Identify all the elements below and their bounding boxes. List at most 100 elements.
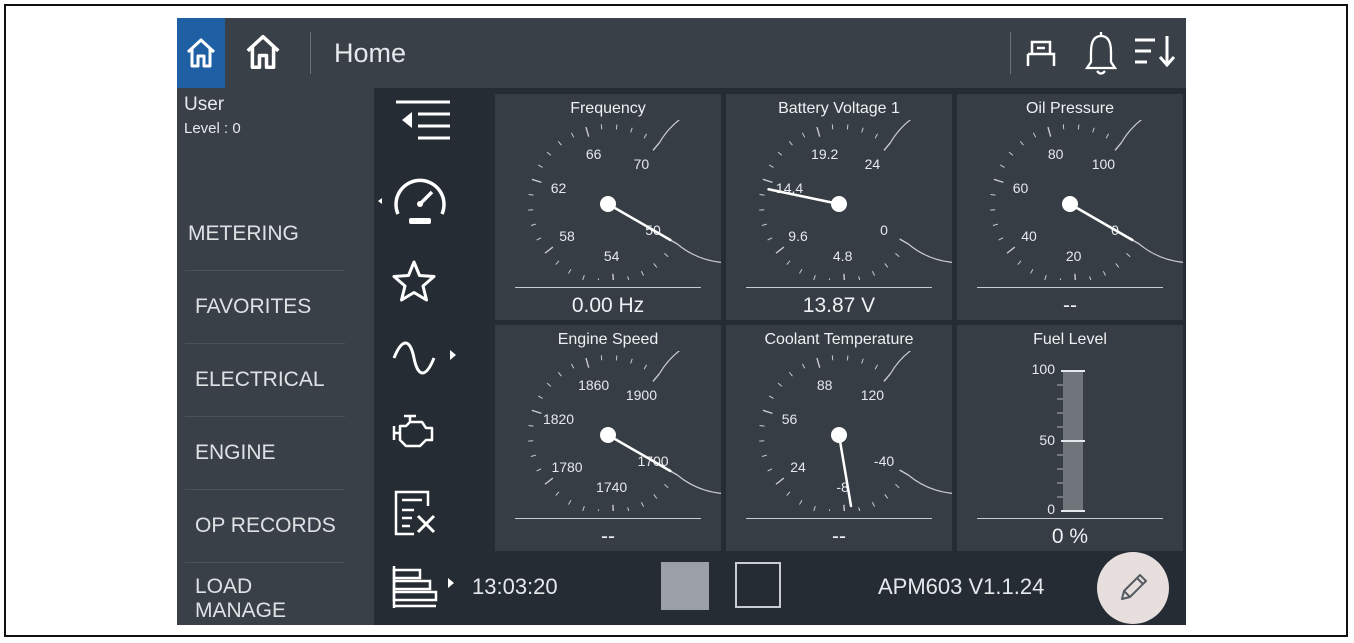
edit-button[interactable]	[1097, 552, 1169, 624]
gauge-title: Fuel Level	[1033, 331, 1107, 348]
bell-icon	[1084, 32, 1118, 75]
op-records-shortcut[interactable]	[392, 488, 440, 543]
dial-gauge: 04.89.614.419.224	[759, 120, 952, 280]
minor-tick	[759, 425, 765, 427]
minor-tick	[653, 263, 658, 268]
speedometer-icon	[378, 178, 446, 224]
minor-tick	[555, 260, 560, 265]
metering-shortcut[interactable]	[376, 172, 452, 233]
home-button-active[interactable]	[177, 18, 225, 88]
gauge-hub	[1062, 196, 1078, 212]
minor-tick	[998, 237, 1004, 241]
records-tools-icon	[394, 490, 436, 536]
minor-tick	[871, 270, 876, 276]
minor-tick	[528, 425, 534, 427]
gauge-tick-label: 19.2	[811, 146, 838, 162]
status-indicator-filled[interactable]	[661, 562, 709, 610]
divider	[977, 287, 1163, 288]
engine-speed-gauge-tile[interactable]: Engine Speed 170017401780182018601900 --	[495, 325, 721, 551]
menu-item-metering[interactable]: METERING	[177, 198, 347, 270]
divider	[1010, 32, 1011, 74]
gauge-arc	[658, 120, 721, 263]
minor-tick	[874, 133, 878, 139]
minor-tick	[768, 164, 774, 168]
minor-tick	[643, 133, 647, 139]
menu-item-label: ELECTRICAL	[195, 368, 325, 391]
sidebar: User Level : 0 METERING FAVORITES ELECTR…	[177, 88, 374, 625]
menu-item-favorites[interactable]: FAVORITES	[177, 271, 347, 343]
minor-tick	[786, 491, 791, 496]
minor-tick	[858, 507, 861, 511]
keyboard-button[interactable]	[1025, 30, 1057, 79]
home-button[interactable]	[243, 32, 283, 72]
major-tick	[585, 357, 590, 368]
minor-tick	[992, 223, 998, 226]
minor-tick	[1092, 127, 1095, 133]
pencil-icon	[1121, 574, 1147, 600]
major-tick	[816, 357, 821, 368]
minor-tick	[767, 237, 773, 241]
favorites-shortcut[interactable]	[390, 258, 438, 311]
minor-tick	[1115, 263, 1120, 268]
minor-tick	[846, 124, 849, 130]
gauge-hub	[600, 196, 616, 212]
menu-item-engine[interactable]: ENGINE	[177, 417, 347, 489]
status-indicator-empty[interactable]	[735, 562, 781, 608]
minor-tick	[664, 484, 669, 489]
gauge-arc	[889, 351, 952, 494]
collapse-menu-button[interactable]	[392, 98, 452, 151]
minor-tick	[568, 268, 572, 274]
minor-tick	[582, 506, 585, 511]
sine-wave-icon	[392, 341, 456, 375]
divider	[746, 287, 932, 288]
battery-voltage-gauge-tile[interactable]: Battery Voltage 1 0 4.8 9.6 14.4 19.2 24 13.8…	[726, 94, 952, 320]
sort-button[interactable]	[1133, 30, 1179, 79]
minor-tick	[536, 237, 542, 241]
notifications-button[interactable]	[1083, 30, 1119, 83]
minor-tick	[597, 509, 600, 511]
gauge-tick-label: 24	[865, 156, 881, 172]
minor-tick	[884, 263, 889, 268]
gauge-tick-label: 100	[1092, 156, 1116, 172]
gauge-value: --	[832, 525, 846, 548]
gauge-tick-label: 24	[790, 459, 806, 475]
major-tick	[612, 273, 615, 280]
minor-tick	[630, 358, 633, 364]
minor-tick	[761, 454, 767, 457]
minor-tick	[1019, 140, 1024, 146]
frequency-gauge-tile[interactable]: Frequency 505458626670 0.00 Hz	[495, 94, 721, 320]
divider	[310, 32, 311, 74]
gauge-tick-label: 20	[1066, 248, 1082, 264]
fuel-level-tile[interactable]: Fuel Level 100 50 0 0 %	[957, 325, 1183, 551]
minor-tick	[627, 507, 630, 511]
minor-tick	[557, 140, 562, 146]
minor-tick	[895, 484, 900, 489]
menu-item-load-manage[interactable]: LOAD MANAGE	[177, 563, 347, 625]
minor-tick	[799, 499, 803, 505]
electrical-shortcut[interactable]	[392, 338, 462, 383]
status-bar: 13:03:20 APM603 V1.1.24	[472, 552, 1186, 625]
minor-tick	[871, 501, 876, 507]
dial-gauge: 505458626670	[528, 120, 721, 280]
oil-pressure-gauge-tile[interactable]: Oil Pressure 020406080100 --	[957, 94, 1183, 320]
menu-item-label: FAVORITES	[195, 295, 312, 318]
user-level: Level : 0	[184, 120, 241, 137]
major-tick	[652, 373, 660, 382]
menu-item-electrical[interactable]: ELECTRICAL	[177, 344, 347, 416]
major-tick	[1074, 273, 1077, 280]
gauge-tick-label: 1740	[596, 479, 627, 495]
major-tick	[531, 178, 542, 184]
user-name: User	[184, 94, 225, 115]
menu-item-op-records[interactable]: OP RECORDS	[177, 490, 347, 562]
fuel-level-bar: 100 50 0	[1032, 361, 1085, 517]
coolant-temperature-gauge-tile[interactable]: Coolant Temperature -40 -8 24 56 88 120 --	[726, 325, 952, 551]
load-manage-shortcut[interactable]	[390, 564, 462, 615]
minor-tick	[895, 253, 900, 258]
minor-tick	[627, 276, 630, 280]
gauge-tick-label: 1780	[551, 459, 582, 475]
dial-gauge: 170017401780182018601900	[528, 351, 721, 511]
firmware-version: APM603 V1.1.24	[878, 574, 1045, 599]
engine-shortcut[interactable]	[388, 410, 438, 459]
gauge-arc	[889, 120, 952, 263]
dial-gauge: 020406080100	[990, 120, 1183, 280]
